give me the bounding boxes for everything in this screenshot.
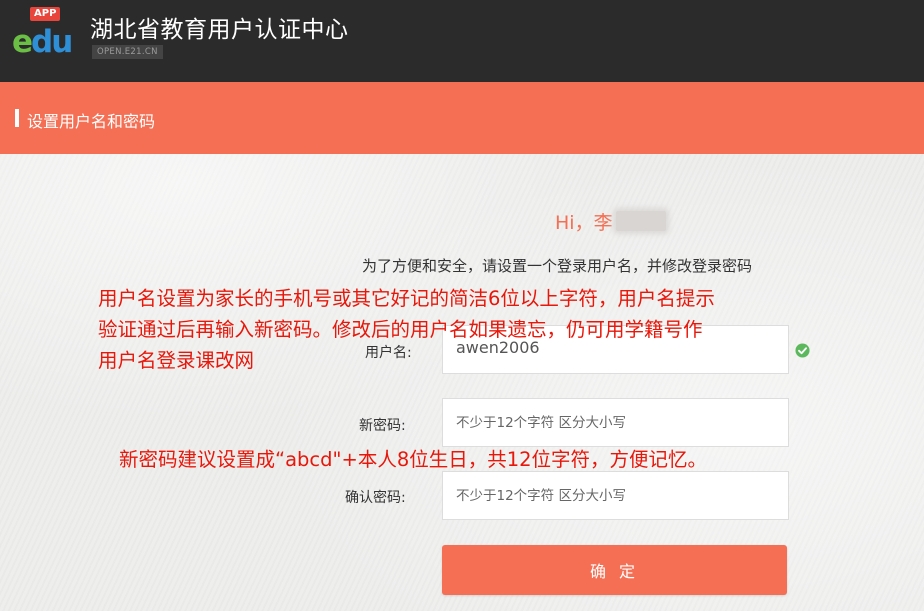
intro-text: 为了方便和安全，请设置一个登录用户名，并修改登录密码 xyxy=(362,257,753,275)
section-marker xyxy=(15,109,19,127)
domain-badge: OPEN.E21.CN xyxy=(92,45,163,59)
new-password-label: 新密码: xyxy=(359,418,406,434)
username-annotation-line: 验证通过后再输入新密码。修改后的用户名如果遗忘，仍可用学籍号作 xyxy=(98,318,703,341)
confirm-password-input[interactable] xyxy=(442,471,789,520)
new-password-input[interactable] xyxy=(442,398,789,447)
redacted-name xyxy=(616,211,666,231)
check-circle-icon xyxy=(795,343,810,358)
section-bar: 设置用户名和密码 xyxy=(0,82,924,154)
username-annotation-line: 用户名登录课改网 xyxy=(98,349,255,372)
site-title: 湖北省教育用户认证中心 xyxy=(90,17,349,43)
app-badge: APP xyxy=(30,7,61,21)
top-header: APP edu 湖北省教育用户认证中心 OPEN.E21.CN xyxy=(0,0,924,82)
confirm-password-label: 确认密码: xyxy=(345,490,406,506)
edu-logo-text: edu xyxy=(12,24,73,60)
section-title: 设置用户名和密码 xyxy=(27,112,156,131)
greeting-text: Hi，李 xyxy=(555,212,613,234)
edu-app-logo: APP edu xyxy=(12,5,78,61)
password-annotation: 新密码建议设置成“abcd"+本人8位生日，共12位字符，方便记忆。 xyxy=(119,448,708,471)
username-annotation-line: 用户名设置为家长的手机号或其它好记的简洁6位以上字符，用户名提示 xyxy=(98,287,715,310)
confirm-button[interactable]: 确 定 xyxy=(442,545,787,595)
username-annotation: 用户名设置为家长的手机号或其它好记的简洁6位以上字符，用户名提示 验证通过后再输… xyxy=(98,283,715,376)
